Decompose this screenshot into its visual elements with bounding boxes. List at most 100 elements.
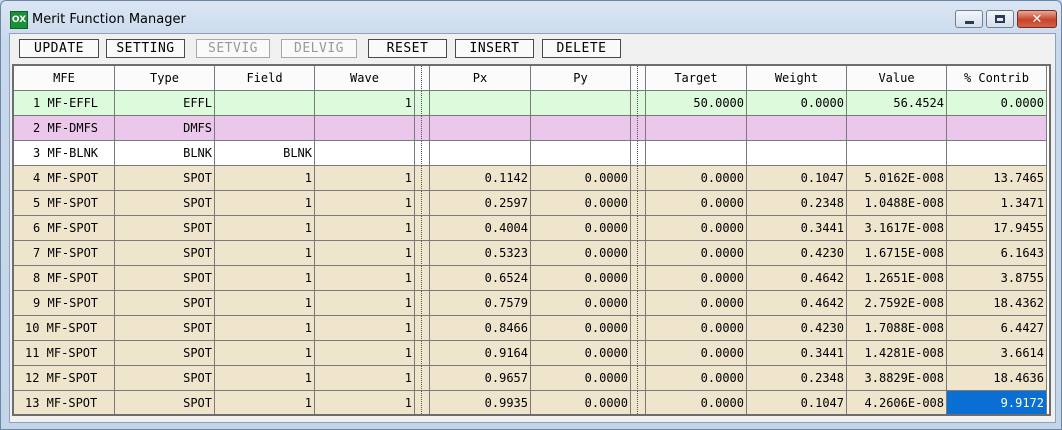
table-row[interactable]: 6 MF-SPOT SPOT 1 1 0.4004 0.0000 0.0000 0.3441 3…	[14, 216, 1049, 241]
table-row[interactable]: 9 MF-SPOT SPOT 1 1 0.7579 0.0000 0.0000 0.4642 2…	[14, 291, 1049, 316]
cell-wave[interactable]: 1	[315, 316, 415, 341]
column-header-wave[interactable]: Wave	[315, 66, 415, 91]
column-header-value[interactable]: Value	[847, 66, 947, 91]
table-row[interactable]: 13 MF-SPOT SPOT 1 1 0.9935 0.0000 0.0000 0.1047…	[14, 391, 1049, 414]
close-button[interactable]: ✕	[1017, 10, 1057, 28]
cell-wave[interactable]: 1	[315, 166, 415, 191]
cell-field[interactable]	[215, 116, 315, 141]
cell-value[interactable]: 5.0162E-008	[847, 166, 947, 191]
cell-mfe[interactable]: 4 MF-SPOT	[14, 166, 115, 191]
cell-px[interactable]: 0.1142	[430, 166, 531, 191]
cell-type[interactable]: EFFL	[115, 91, 215, 116]
cell-field[interactable]: 1	[215, 391, 315, 414]
cell-mfe[interactable]: 10 MF-SPOT	[14, 316, 115, 341]
cell-weight[interactable]: 0.3441	[747, 216, 847, 241]
cell-contrib-selected[interactable]: 9.9172	[947, 391, 1047, 414]
table-row[interactable]: 3 MF-BLNK BLNK BLNK	[14, 141, 1049, 166]
cell-target[interactable]: 0.0000	[646, 316, 747, 341]
cell-target[interactable]: 50.0000	[646, 91, 747, 116]
column-header-field[interactable]: Field	[215, 66, 315, 91]
reset-button[interactable]: RESET	[368, 39, 447, 58]
cell-weight[interactable]: 0.1047	[747, 166, 847, 191]
cell-field[interactable]: 1	[215, 216, 315, 241]
cell-type[interactable]: SPOT	[115, 266, 215, 291]
cell-contrib[interactable]: 18.4636	[947, 366, 1047, 391]
cell-wave[interactable]: 1	[315, 391, 415, 414]
cell-value[interactable]	[847, 116, 947, 141]
cell-value[interactable]: 4.2606E-008	[847, 391, 947, 414]
cell-px[interactable]: 0.5323	[430, 241, 531, 266]
cell-mfe[interactable]: 6 MF-SPOT	[14, 216, 115, 241]
cell-value[interactable]	[847, 141, 947, 166]
cell-py[interactable]: 0.0000	[531, 366, 631, 391]
cell-weight[interactable]: 0.4230	[747, 316, 847, 341]
cell-target[interactable]: 0.0000	[646, 341, 747, 366]
cell-weight[interactable]: 0.2348	[747, 191, 847, 216]
cell-wave[interactable]	[315, 141, 415, 166]
cell-mfe[interactable]: 1 MF-EFFL	[14, 91, 115, 116]
cell-type[interactable]: SPOT	[115, 341, 215, 366]
cell-wave[interactable]: 1	[315, 291, 415, 316]
cell-weight[interactable]	[747, 141, 847, 166]
cell-target[interactable]: 0.0000	[646, 216, 747, 241]
column-header-type[interactable]: Type	[115, 66, 215, 91]
cell-wave[interactable]: 1	[315, 366, 415, 391]
table-row[interactable]: 5 MF-SPOT SPOT 1 1 0.2597 0.0000 0.0000 0.2348 1…	[14, 191, 1049, 216]
cell-field[interactable]: 1	[215, 366, 315, 391]
cell-type[interactable]: SPOT	[115, 366, 215, 391]
cell-field[interactable]: 1	[215, 166, 315, 191]
table-row[interactable]: 12 MF-SPOT SPOT 1 1 0.9657 0.0000 0.0000 0.2348…	[14, 366, 1049, 391]
cell-weight[interactable]: 0.2348	[747, 366, 847, 391]
cell-target[interactable]: 0.0000	[646, 241, 747, 266]
cell-mfe[interactable]: 5 MF-SPOT	[14, 191, 115, 216]
cell-field[interactable]: 1	[215, 191, 315, 216]
cell-wave[interactable]	[315, 116, 415, 141]
cell-contrib[interactable]: 3.8755	[947, 266, 1047, 291]
cell-mfe[interactable]: 2 MF-DMFS	[14, 116, 115, 141]
cell-target[interactable]: 0.0000	[646, 291, 747, 316]
column-header-mfe[interactable]: MFE	[14, 66, 115, 91]
cell-target[interactable]: 0.0000	[646, 391, 747, 414]
cell-contrib[interactable]: 6.1643	[947, 241, 1047, 266]
cell-field[interactable]: 1	[215, 316, 315, 341]
cell-type[interactable]: SPOT	[115, 391, 215, 414]
delvig-button[interactable]: DELVIG	[281, 39, 357, 58]
column-header-py[interactable]: Py	[531, 66, 631, 91]
cell-value[interactable]: 3.1617E-008	[847, 216, 947, 241]
cell-px[interactable]: 0.9935	[430, 391, 531, 414]
cell-px[interactable]	[430, 116, 531, 141]
cell-wave[interactable]: 1	[315, 241, 415, 266]
cell-field[interactable]: 1	[215, 241, 315, 266]
update-button[interactable]: UPDATE	[19, 39, 99, 58]
table-row[interactable]: 2 MF-DMFS DMFS	[14, 116, 1049, 141]
cell-field[interactable]	[215, 91, 315, 116]
cell-type[interactable]: SPOT	[115, 191, 215, 216]
cell-type[interactable]: SPOT	[115, 216, 215, 241]
cell-wave[interactable]: 1	[315, 191, 415, 216]
table-row[interactable]: 11 MF-SPOT SPOT 1 1 0.9164 0.0000 0.0000 0.3441…	[14, 341, 1049, 366]
cell-value[interactable]: 1.6715E-008	[847, 241, 947, 266]
table-row[interactable]: 7 MF-SPOT SPOT 1 1 0.5323 0.0000 0.0000 0.4230 1…	[14, 241, 1049, 266]
cell-py[interactable]: 0.0000	[531, 266, 631, 291]
cell-py[interactable]: 0.0000	[531, 391, 631, 414]
cell-px[interactable]: 0.9164	[430, 341, 531, 366]
cell-mfe[interactable]: 9 MF-SPOT	[14, 291, 115, 316]
cell-type[interactable]: BLNK	[115, 141, 215, 166]
cell-py[interactable]: 0.0000	[531, 166, 631, 191]
cell-wave[interactable]: 1	[315, 216, 415, 241]
cell-px[interactable]	[430, 91, 531, 116]
cell-field[interactable]: 1	[215, 341, 315, 366]
cell-weight[interactable]: 0.4642	[747, 291, 847, 316]
cell-mfe[interactable]: 7 MF-SPOT	[14, 241, 115, 266]
cell-type[interactable]: SPOT	[115, 166, 215, 191]
cell-mfe[interactable]: 11 MF-SPOT	[14, 341, 115, 366]
setvig-button[interactable]: SETVIG	[196, 39, 270, 58]
cell-field[interactable]: 1	[215, 266, 315, 291]
cell-contrib[interactable]	[947, 116, 1047, 141]
cell-type[interactable]: DMFS	[115, 116, 215, 141]
cell-py[interactable]: 0.0000	[531, 241, 631, 266]
column-header-weight[interactable]: Weight	[747, 66, 847, 91]
cell-py[interactable]: 0.0000	[531, 291, 631, 316]
cell-field[interactable]: BLNK	[215, 141, 315, 166]
cell-contrib[interactable]: 0.0000	[947, 91, 1047, 116]
